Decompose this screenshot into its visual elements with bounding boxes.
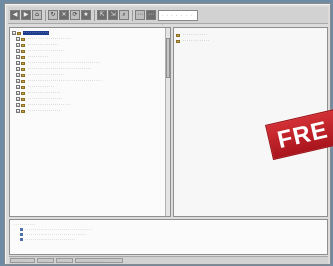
status-cell: · · · · · · · · · · · · · ·: [75, 258, 123, 263]
options-icon[interactable]: ⋯: [146, 10, 156, 20]
folder-icon: [21, 55, 25, 59]
output-line-text: · · · · · · · · · · · · · · · · · · · · …: [25, 227, 93, 232]
expand-icon[interactable]: ⇱: [97, 10, 107, 20]
tree-row-label: · · · · · · · · · ·: [28, 55, 48, 59]
info-icon: [20, 233, 23, 236]
tree-row-label: · · · · · · · · · · · · · · · ·: [28, 109, 61, 113]
tree-row-label: · · · · · · · · · · · · · · · · · ·: [28, 73, 65, 77]
folder-icon: [21, 85, 25, 89]
stop-icon[interactable]: ✕: [59, 10, 69, 20]
expand-toggle-icon[interactable]: +: [16, 61, 20, 65]
tree-row-label: · · · · · · · · · · · · · · · · ·: [28, 97, 63, 101]
expand-toggle-icon[interactable]: +: [16, 37, 20, 41]
tree-row[interactable]: + · · · · · · · · · · · · · · · ·: [10, 108, 170, 114]
folder-icon: [21, 79, 25, 83]
folder-icon: [21, 61, 25, 65]
status-bar: · · · · · · · · · · · · · · · · · · · · …: [9, 256, 328, 264]
list-item[interactable]: · · · · · · · · · · · · ·: [176, 38, 327, 44]
expand-toggle-icon[interactable]: +: [16, 79, 20, 83]
status-cell: · · · · · · · ·: [10, 258, 35, 263]
expand-toggle-icon[interactable]: +: [12, 31, 16, 35]
expand-toggle-icon[interactable]: +: [16, 55, 20, 59]
folder-icon: [21, 43, 25, 47]
expand-toggle-icon[interactable]: +: [16, 85, 20, 89]
tree-row-label: · · · · · · · · · · · · ·: [28, 85, 54, 89]
tree-row-label: · · · · · · · · · · · · · · · · · · · · …: [28, 79, 102, 83]
more-icon[interactable]: ⋯: [135, 10, 145, 20]
tree-row-label: · · · · · · · · · · · · · · · · · · · · …: [28, 61, 100, 65]
search-icon[interactable]: ⌕: [119, 10, 129, 20]
file-icon: [176, 39, 180, 43]
tree-row-label: · · · · · · · · · · · · · · · · · · · · …: [28, 37, 71, 41]
folder-icon: [21, 97, 25, 101]
refresh-icon[interactable]: ↻: [48, 10, 58, 20]
home-icon[interactable]: ⌂: [32, 10, 42, 20]
list-item-label: · · · · · · · · · · · ·: [183, 33, 207, 37]
folder-icon: [21, 37, 25, 41]
app-window: ◀ ▶ ⌂ ↻ ✕ ⟳ ★ ⇱ ⇲ ⌕ ⋯ ⋯ · · · · · · · · …: [4, 3, 333, 265]
folder-icon: [21, 73, 25, 77]
tree-row-label: · · · · · · · · · · · ·: [23, 31, 49, 35]
output-line-text: · · · · · · · · · · · · · · · · · · · · …: [25, 232, 87, 237]
file-icon: [176, 33, 180, 37]
collapse-icon[interactable]: ⇲: [108, 10, 118, 20]
expand-toggle-icon[interactable]: +: [16, 103, 20, 107]
info-icon: [20, 228, 23, 231]
output-line: · · · · · · · · · · · · · · · · · · · · …: [10, 237, 327, 242]
list-item-label: · · · · · · · · · · · · ·: [183, 39, 209, 43]
expand-toggle-icon[interactable]: +: [16, 43, 20, 47]
tree-pane[interactable]: + · · · · · · · · · · · · + · · · · · · · ·…: [9, 27, 171, 217]
status-cell: · · · · ·: [37, 258, 54, 263]
expand-toggle-icon[interactable]: +: [16, 67, 20, 71]
toolbar-separator: [94, 10, 95, 21]
tree-row-label: · · · · · · · · · · · · · · · · · · · · …: [28, 67, 92, 71]
output-line-text: · · · · · · · · · · · · · · · · · · · · …: [25, 237, 75, 242]
toolbar-separator: [132, 10, 133, 21]
tree-row-label: · · · · · · · · · · · · · · ·: [28, 43, 59, 47]
favorites-icon[interactable]: ★: [81, 10, 91, 20]
folder-icon: [21, 109, 25, 113]
status-cell: · · · · ·: [56, 258, 73, 263]
back-icon[interactable]: ◀: [10, 10, 20, 20]
tree-row-label: · · · · · · · · · · · · · · · · · · · · …: [28, 103, 71, 107]
expand-toggle-icon[interactable]: +: [16, 109, 20, 113]
folder-icon: [21, 67, 25, 71]
folder-icon: [21, 91, 25, 95]
tree-row-label: · · · · · · · · · · · · · · · ·: [28, 91, 61, 95]
folder-icon: [21, 103, 25, 107]
toolbar-separator: [45, 10, 46, 21]
output-panel[interactable]: · · · · · · · · · · · · · · · · · · · · ·…: [9, 219, 328, 255]
expand-toggle-icon[interactable]: +: [16, 73, 20, 77]
tree-row-label: · · · · · · · · · · · · · · · · · ·: [28, 49, 65, 53]
toolbar: ◀ ▶ ⌂ ↻ ✕ ⟳ ★ ⇱ ⇲ ⌕ ⋯ ⋯ · · · · · · · ·: [8, 7, 328, 27]
expand-toggle-icon[interactable]: +: [16, 91, 20, 95]
path-input[interactable]: · · · · · · · ·: [158, 10, 198, 27]
folder-icon: [21, 49, 25, 53]
expand-toggle-icon[interactable]: +: [16, 97, 20, 101]
output-line-text: · · · · · · · · · · ·: [14, 222, 35, 227]
tree-scrollbar[interactable]: [165, 28, 170, 216]
info-icon: [20, 238, 23, 241]
forward-icon[interactable]: ▶: [21, 10, 31, 20]
sync-icon[interactable]: ⟳: [70, 10, 80, 20]
tree-scroll-thumb[interactable]: [166, 38, 170, 78]
expand-toggle-icon[interactable]: +: [16, 49, 20, 53]
folder-icon: [17, 31, 21, 35]
